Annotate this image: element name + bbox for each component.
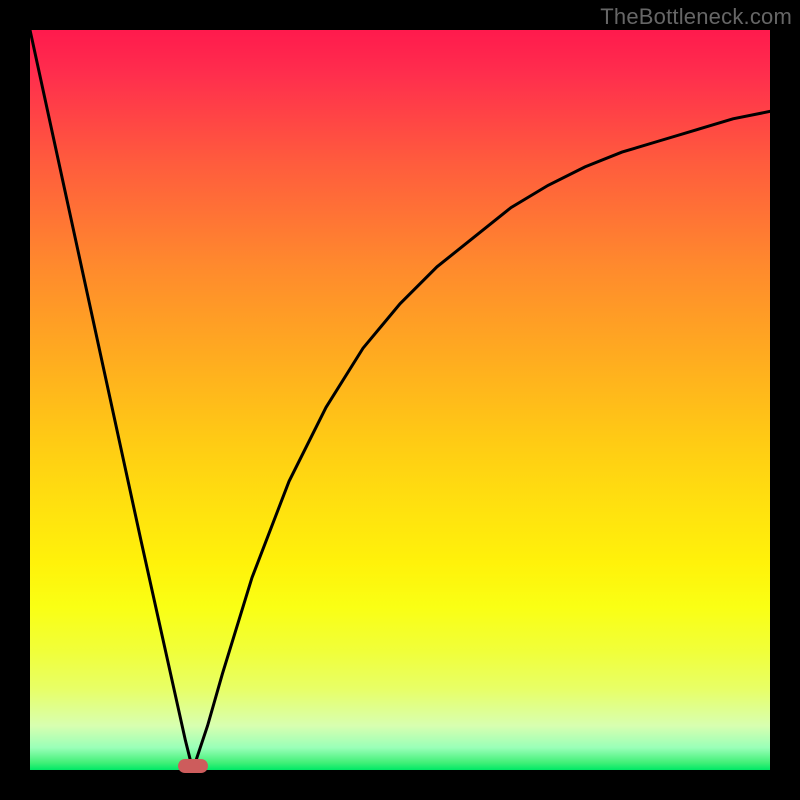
curve-layer xyxy=(30,30,770,770)
curve-left-branch xyxy=(30,30,193,770)
plot-area xyxy=(30,30,770,770)
curve-right-branch xyxy=(193,111,770,770)
chart-frame: TheBottleneck.com xyxy=(0,0,800,800)
minimum-marker xyxy=(178,759,208,773)
watermark-text: TheBottleneck.com xyxy=(600,4,792,30)
